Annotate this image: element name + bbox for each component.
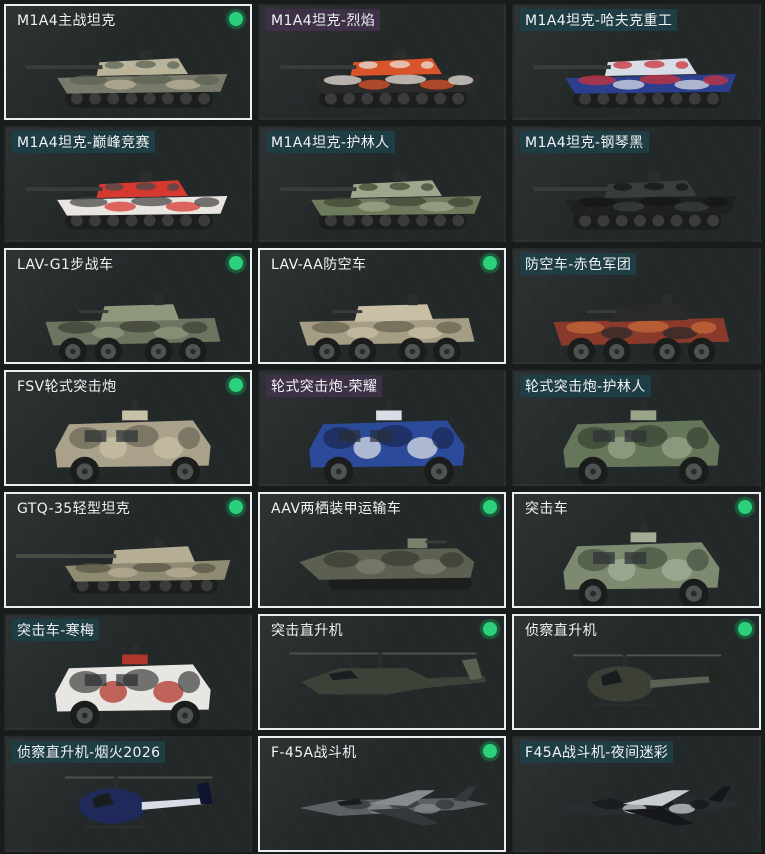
vehicle-card[interactable]: 侦察直升机 <box>512 614 761 730</box>
vehicle-card[interactable]: M1A4坦克-巅峰竞赛 <box>4 126 252 242</box>
amphibious-image <box>299 538 475 590</box>
jet-image <box>553 786 744 826</box>
tank-image <box>279 50 482 108</box>
vehicle-grid: M1A4主战坦克 M1A4坦克-烈焰 M1A4坦克-哈夫克重工 M1A4坦克-巅峰竞赛… <box>0 0 765 854</box>
armored-car-image <box>309 400 465 484</box>
owned-indicator-icon <box>229 378 243 392</box>
armored-car-image <box>563 400 720 484</box>
light-tank-image <box>15 539 231 594</box>
vehicle-card[interactable]: 轮式突击炮-护林人 <box>512 370 761 486</box>
armored-car-image <box>55 400 211 484</box>
vehicle-card[interactable]: 轮式突击炮-荣耀 <box>258 370 506 486</box>
apc-image <box>553 294 730 362</box>
vehicle-card[interactable]: AAV两栖装甲运输车 <box>258 492 506 608</box>
vehicle-card[interactable]: M1A4坦克-护林人 <box>258 126 506 242</box>
jet-image <box>299 786 489 826</box>
owned-indicator-icon <box>483 744 497 758</box>
vehicle-card[interactable]: FSV轮式突击炮 <box>4 370 252 486</box>
owned-indicator-icon <box>229 500 243 514</box>
armored-car-image <box>563 522 720 606</box>
vehicle-card[interactable]: M1A4坦克-哈夫克重工 <box>512 4 761 120</box>
vehicle-card[interactable]: 侦察直升机-烟火2026 <box>4 736 252 852</box>
tank-image <box>25 172 228 230</box>
scout-heli-image <box>573 654 722 707</box>
owned-indicator-icon <box>738 500 752 514</box>
owned-indicator-icon <box>483 622 497 636</box>
tank-image <box>279 172 482 230</box>
vehicle-card[interactable]: M1A4坦克-钢琴黑 <box>512 126 761 242</box>
owned-indicator-icon <box>483 256 497 270</box>
tank-image <box>533 50 737 108</box>
scout-heli-image <box>65 776 213 829</box>
vehicle-card[interactable]: 突击车 <box>512 492 761 608</box>
vehicle-card[interactable]: 防空车-赤色军团 <box>512 248 761 364</box>
apc-image <box>45 294 221 362</box>
vehicle-card[interactable]: F-45A战斗机 <box>258 736 506 852</box>
owned-indicator-icon <box>229 12 243 26</box>
vehicle-card[interactable]: M1A4主战坦克 <box>4 4 252 120</box>
apc-image <box>299 294 475 362</box>
vehicle-card[interactable]: F45A战斗机-夜间迷彩 <box>512 736 761 852</box>
tank-image <box>533 172 737 230</box>
owned-indicator-icon <box>229 256 243 270</box>
armored-car-image <box>55 644 211 728</box>
vehicle-card[interactable]: 突击车-寒梅 <box>4 614 252 730</box>
vehicle-card[interactable]: LAV-AA防空车 <box>258 248 506 364</box>
owned-indicator-icon <box>483 500 497 514</box>
owned-indicator-icon <box>738 622 752 636</box>
vehicle-card[interactable]: 突击直升机 <box>258 614 506 730</box>
vehicle-card[interactable]: LAV-G1步战车 <box>4 248 252 364</box>
vehicle-card[interactable]: M1A4坦克-烈焰 <box>258 4 506 120</box>
vehicle-card[interactable]: GTQ-35轻型坦克 <box>4 492 252 608</box>
tank-image <box>25 50 228 108</box>
attack-heli-image <box>289 652 487 697</box>
